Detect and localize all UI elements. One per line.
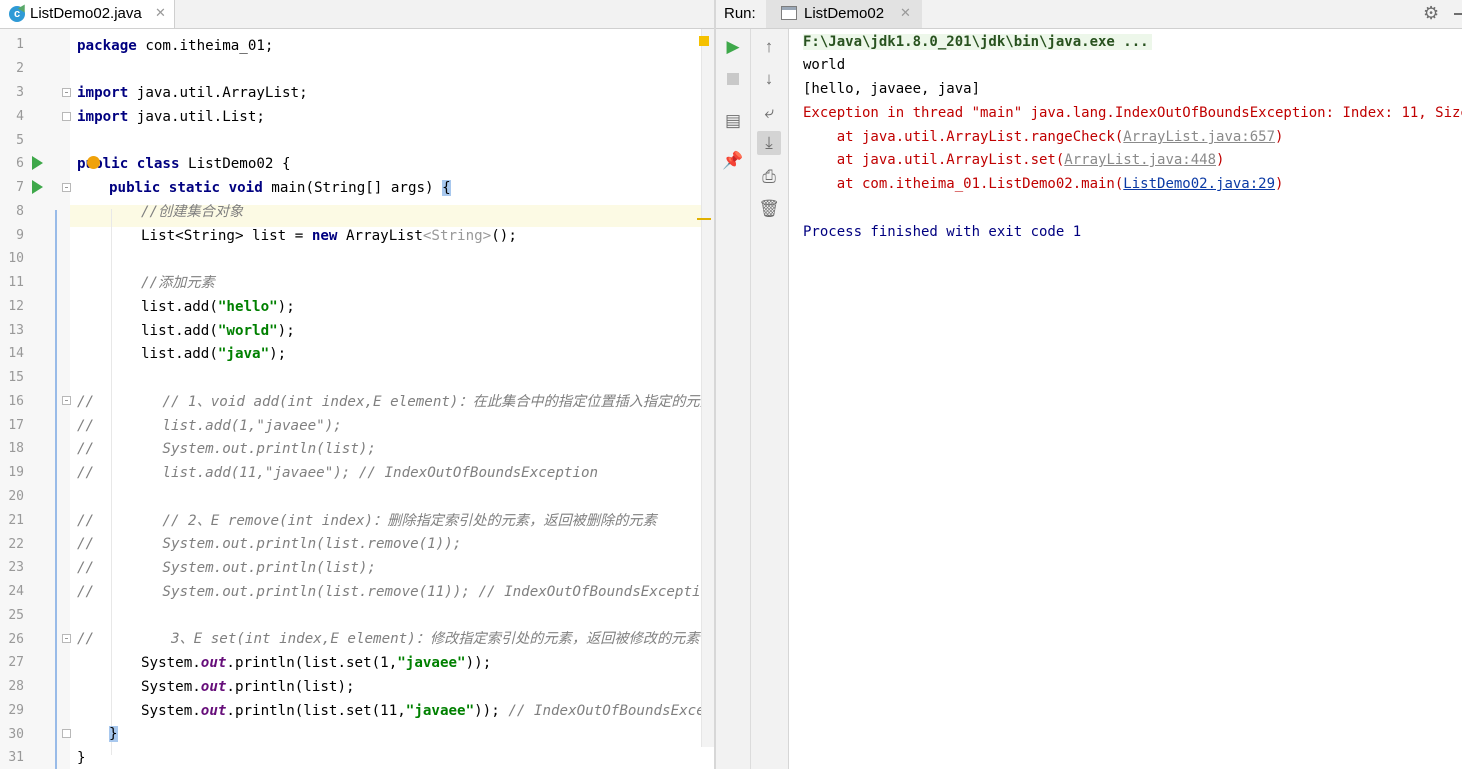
editor-tab-label: ListDemo02.java [30, 5, 142, 22]
print-icon[interactable]: ⎙ [757, 165, 781, 189]
stop-icon[interactable] [721, 67, 745, 91]
editor-tab-bar: c ListDemo02.java ✕ [0, 0, 714, 29]
code-line-1: package com.itheima_01; [77, 38, 274, 54]
run-header: Run: ListDemo02 ✕ ⚙ [716, 0, 1462, 29]
pin-icon[interactable]: 📌 [721, 149, 745, 173]
code-line-12: list.add("hello"); [141, 299, 295, 315]
code-line-16: // // 1、void add(int index,E element)：在此… [77, 394, 714, 410]
console-icon [781, 6, 797, 20]
toolbar-divider [750, 29, 751, 769]
run-tab-listdemo02[interactable]: ListDemo02 ✕ [766, 0, 922, 28]
code-line-7: public static void main(String[] args) { [109, 180, 451, 196]
code-line-21: // // 2、E remove(int index)：删除指定索引处的元素，返… [77, 513, 657, 529]
warning-marker-icon[interactable] [699, 36, 709, 46]
console-command-line: F:\Java\jdk1.8.0_201\jdk\bin\java.exe ..… [803, 31, 1152, 53]
code-line-22: // System.out.println(list.remove(1)); [77, 536, 462, 552]
arrow-up-icon[interactable]: ↑ [757, 35, 781, 59]
run-title: Run: [724, 5, 756, 22]
arrow-down-icon[interactable]: ↓ [757, 67, 781, 91]
code-line-8: //创建集合对象 [141, 204, 244, 220]
code-line-4: import java.util.List; [77, 109, 265, 125]
code-line-9: List<String> list = new ArrayList<String… [141, 228, 517, 244]
run-tool-window: Run: ListDemo02 ✕ ⚙ ▶ ▤ 📌 ↑ ↓ ⤶ ⤓ ⎙ 🗑 F:… [716, 0, 1462, 769]
code-line-19: // list.add(11,"javaee"); // IndexOutOfB… [77, 465, 599, 481]
stacktrace-line: at java.util.ArrayList.rangeCheck(ArrayL… [803, 129, 1284, 145]
layout-icon[interactable]: ▤ [721, 109, 745, 133]
rerun-icon[interactable]: ▶ [721, 35, 745, 59]
close-icon[interactable]: ✕ [155, 5, 166, 21]
code-line-11: //添加元素 [141, 275, 215, 291]
code-line-29: System.out.println(list.set(11,"javaee")… [141, 703, 714, 719]
console-output-line: [hello, javaee, java] [803, 81, 981, 97]
editor-scrollbar[interactable] [701, 29, 714, 747]
editor-pane: c ListDemo02.java ✕ 1 2 3 4 5 6 7 8 9 10… [0, 0, 714, 769]
code-line-31: } [77, 750, 86, 766]
console-exception-line: Exception in thread "main" java.lang.Ind… [803, 105, 1462, 121]
editor-tab-listdemo02[interactable]: c ListDemo02.java ✕ [0, 0, 175, 28]
code-line-14: list.add("java"); [141, 346, 287, 362]
code-line-23: // System.out.println(list); [77, 560, 376, 576]
code-line-3: import java.util.ArrayList; [77, 85, 308, 101]
gear-icon[interactable]: ⚙ [1423, 3, 1439, 24]
minimize-icon[interactable] [1454, 13, 1462, 15]
error-stripe-marker[interactable] [697, 218, 711, 220]
run-toolbar: ▶ ▤ 📌 ↑ ↓ ⤶ ⤓ ⎙ 🗑 [716, 29, 789, 769]
soft-wrap-icon[interactable]: ⤶ [757, 101, 781, 125]
stacktrace-link[interactable]: ArrayList.java:448 [1064, 152, 1216, 168]
code-line-24: // System.out.println(list.remove(11)); … [77, 584, 714, 600]
intention-bulb-icon[interactable] [87, 156, 100, 169]
trash-icon[interactable]: 🗑 [757, 197, 781, 221]
code-area[interactable]: package com.itheima_01; import java.util… [0, 29, 714, 769]
close-icon[interactable]: ✕ [900, 5, 911, 21]
change-marker [55, 210, 57, 769]
run-tab-label: ListDemo02 [804, 5, 885, 22]
stacktrace-link[interactable]: ListDemo02.java:29 [1123, 176, 1275, 192]
code-line-17: // list.add(1,"javaee"); [77, 418, 342, 434]
console-output[interactable]: F:\Java\jdk1.8.0_201\jdk\bin\java.exe ..… [803, 29, 1462, 769]
stacktrace-link[interactable]: ArrayList.java:657 [1123, 129, 1275, 145]
code-line-28: System.out.println(list); [141, 679, 355, 695]
code-line-18: // System.out.println(list); [77, 441, 376, 457]
stacktrace-line: at java.util.ArrayList.set(ArrayList.jav… [803, 152, 1225, 168]
java-class-icon: c [9, 6, 25, 22]
code-line-26: // 3、E set(int index,E element)：修改指定索引处的… [77, 631, 700, 647]
code-line-13: list.add("world"); [141, 323, 295, 339]
code-line-27: System.out.println(list.set(1,"javaee"))… [141, 655, 492, 671]
code-line-6: public class ListDemo02 { [77, 156, 291, 172]
process-finished-line: Process finished with exit code 1 [803, 224, 1082, 240]
stacktrace-line: at com.itheima_01.ListDemo02.main(ListDe… [803, 176, 1284, 192]
scroll-to-end-icon[interactable]: ⤓ [757, 131, 781, 155]
console-output-line: world [803, 57, 846, 73]
code-line-30: } [109, 726, 118, 742]
